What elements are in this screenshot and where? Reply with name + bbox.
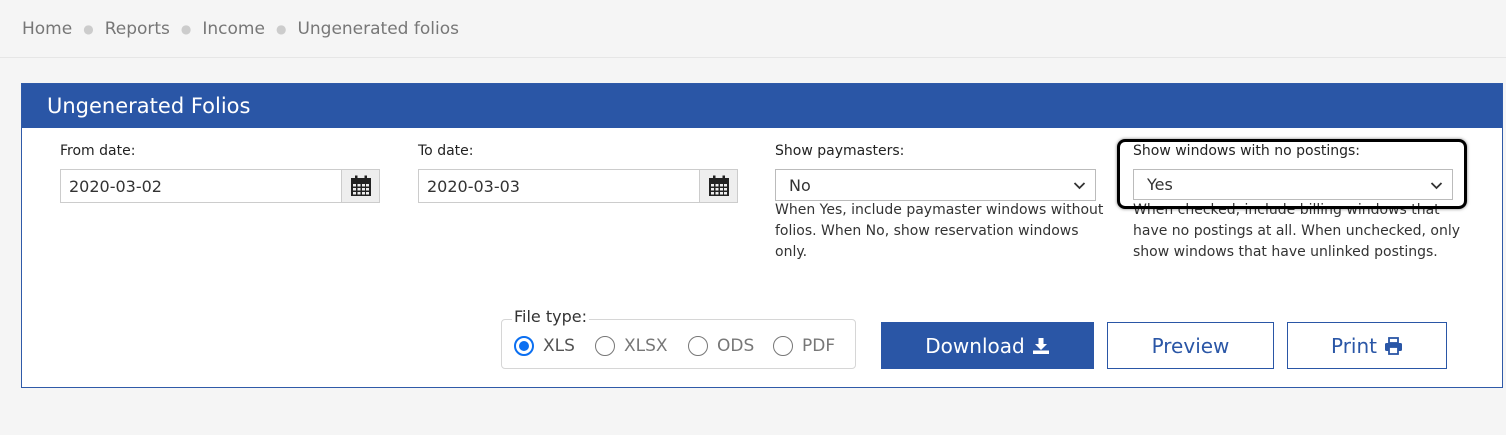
radio-xlsx[interactable]: XLSX xyxy=(595,336,668,356)
to-date-calendar-button[interactable] xyxy=(699,170,737,202)
preview-button[interactable]: Preview xyxy=(1107,322,1274,369)
radio-xls-label: XLS xyxy=(543,336,575,356)
radio-xlsx-label: XLSX xyxy=(624,336,668,356)
breadcrumb-separator: ● xyxy=(180,22,192,36)
to-date-input[interactable] xyxy=(419,170,699,202)
download-icon xyxy=(1032,337,1049,354)
chevron-down-icon xyxy=(1073,182,1086,190)
breadcrumb: Home ● Reports ● Income ● Ungenerated fo… xyxy=(22,19,459,39)
header-divider xyxy=(0,57,1506,58)
to-date-group xyxy=(418,169,738,203)
print-icon xyxy=(1385,336,1402,355)
breadcrumb-home[interactable]: Home xyxy=(22,19,72,39)
to-date-label: To date: xyxy=(418,143,474,159)
paymasters-label: Show paymasters: xyxy=(775,143,905,159)
chevron-down-icon xyxy=(1430,182,1443,190)
radio-ods[interactable]: ODS xyxy=(688,336,754,356)
preview-button-label: Preview xyxy=(1151,333,1230,358)
breadcrumb-separator: ● xyxy=(83,22,94,36)
from-date-label: From date: xyxy=(60,143,136,159)
breadcrumb-separator: ● xyxy=(275,22,287,36)
radio-pdf-control[interactable] xyxy=(773,336,793,356)
no-postings-label: Show windows with no postings: xyxy=(1133,143,1361,159)
from-date-group xyxy=(60,169,380,203)
radio-ods-label: ODS xyxy=(717,336,755,356)
paymasters-help: When Yes, include paymaster windows with… xyxy=(775,202,1104,260)
print-button-label: Print xyxy=(1330,333,1377,358)
calendar-icon xyxy=(350,175,371,196)
radio-xls-control[interactable] xyxy=(514,336,534,356)
radio-pdf-label: PDF xyxy=(802,336,836,356)
calendar-icon xyxy=(708,175,729,196)
breadcrumb-reports[interactable]: Reports xyxy=(105,19,170,39)
file-type-legend: File type: xyxy=(512,307,589,326)
breadcrumb-current: Ungenerated folios xyxy=(297,19,459,39)
print-button[interactable]: Print xyxy=(1287,322,1447,369)
from-date-input[interactable] xyxy=(61,170,341,202)
no-postings-select[interactable]: Yes xyxy=(1133,169,1453,200)
radio-xls[interactable]: XLS xyxy=(514,336,575,356)
download-button-label: Download xyxy=(925,333,1025,358)
radio-xlsx-control[interactable] xyxy=(595,336,615,356)
paymasters-select[interactable]: No xyxy=(775,169,1096,201)
download-button[interactable]: Download xyxy=(881,322,1094,369)
radio-ods-control[interactable] xyxy=(688,336,708,356)
breadcrumb-income[interactable]: Income xyxy=(202,19,265,39)
paymasters-selected-value: No xyxy=(789,175,811,195)
no-postings-help: When checked, include billing windows th… xyxy=(1133,202,1460,260)
no-postings-selected-value: Yes xyxy=(1147,175,1173,194)
panel-title: Ungenerated Folios xyxy=(22,84,1502,128)
radio-pdf[interactable]: PDF xyxy=(773,336,835,356)
from-date-calendar-button[interactable] xyxy=(341,170,379,202)
